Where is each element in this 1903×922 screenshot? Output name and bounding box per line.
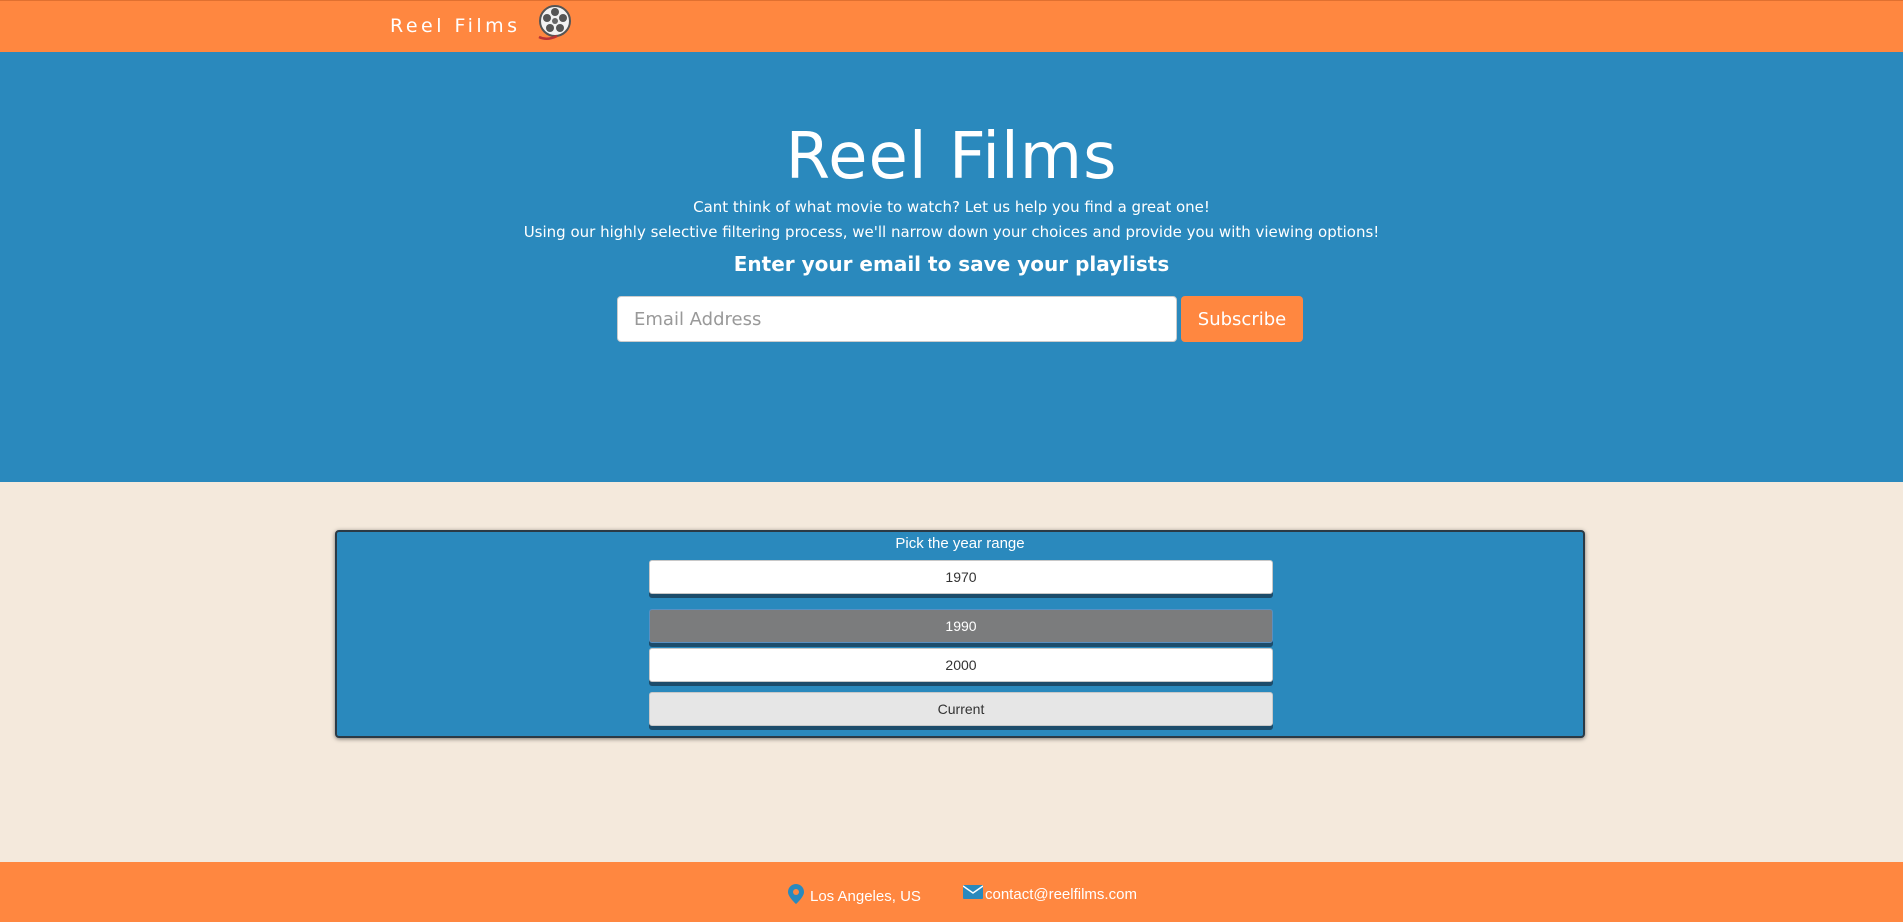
email-input[interactable] — [617, 296, 1177, 342]
hero-title: Reel Films — [785, 120, 1118, 194]
subscribe-button[interactable]: Subscribe — [1181, 296, 1303, 342]
year-range-panel: Pick the year range 1970 1990 2000 Curre… — [335, 530, 1585, 738]
year-option-1970[interactable]: 1970 — [649, 560, 1273, 594]
footer-location: Los Angeles, US — [788, 884, 921, 908]
envelope-icon — [962, 884, 984, 904]
map-pin-icon — [788, 884, 804, 908]
year-option-current[interactable]: Current — [649, 692, 1273, 726]
footer-email-link[interactable]: contact@reelfilms.com — [985, 886, 1137, 903]
footer-email: contact@reelfilms.com — [962, 884, 1137, 904]
year-option-2000[interactable]: 2000 — [649, 648, 1273, 682]
year-range-label: Pick the year range — [895, 535, 1025, 552]
top-navbar: Reel Films — [0, 0, 1903, 52]
film-reel-icon — [535, 3, 573, 41]
hero-section: Reel Films Cant think of what movie to w… — [0, 52, 1903, 482]
brand-link[interactable]: Reel Films — [390, 15, 521, 37]
email-prompt: Enter your email to save your playlists — [733, 252, 1170, 276]
hero-tagline: Cant think of what movie to watch? Let u… — [693, 198, 1210, 216]
footer-location-text: Los Angeles, US — [810, 887, 921, 905]
footer: Los Angeles, US contact@reelfilms.com — [0, 862, 1903, 922]
hero-description: Using our highly selective filtering pro… — [523, 223, 1380, 241]
year-option-1990[interactable]: 1990 — [649, 609, 1273, 643]
